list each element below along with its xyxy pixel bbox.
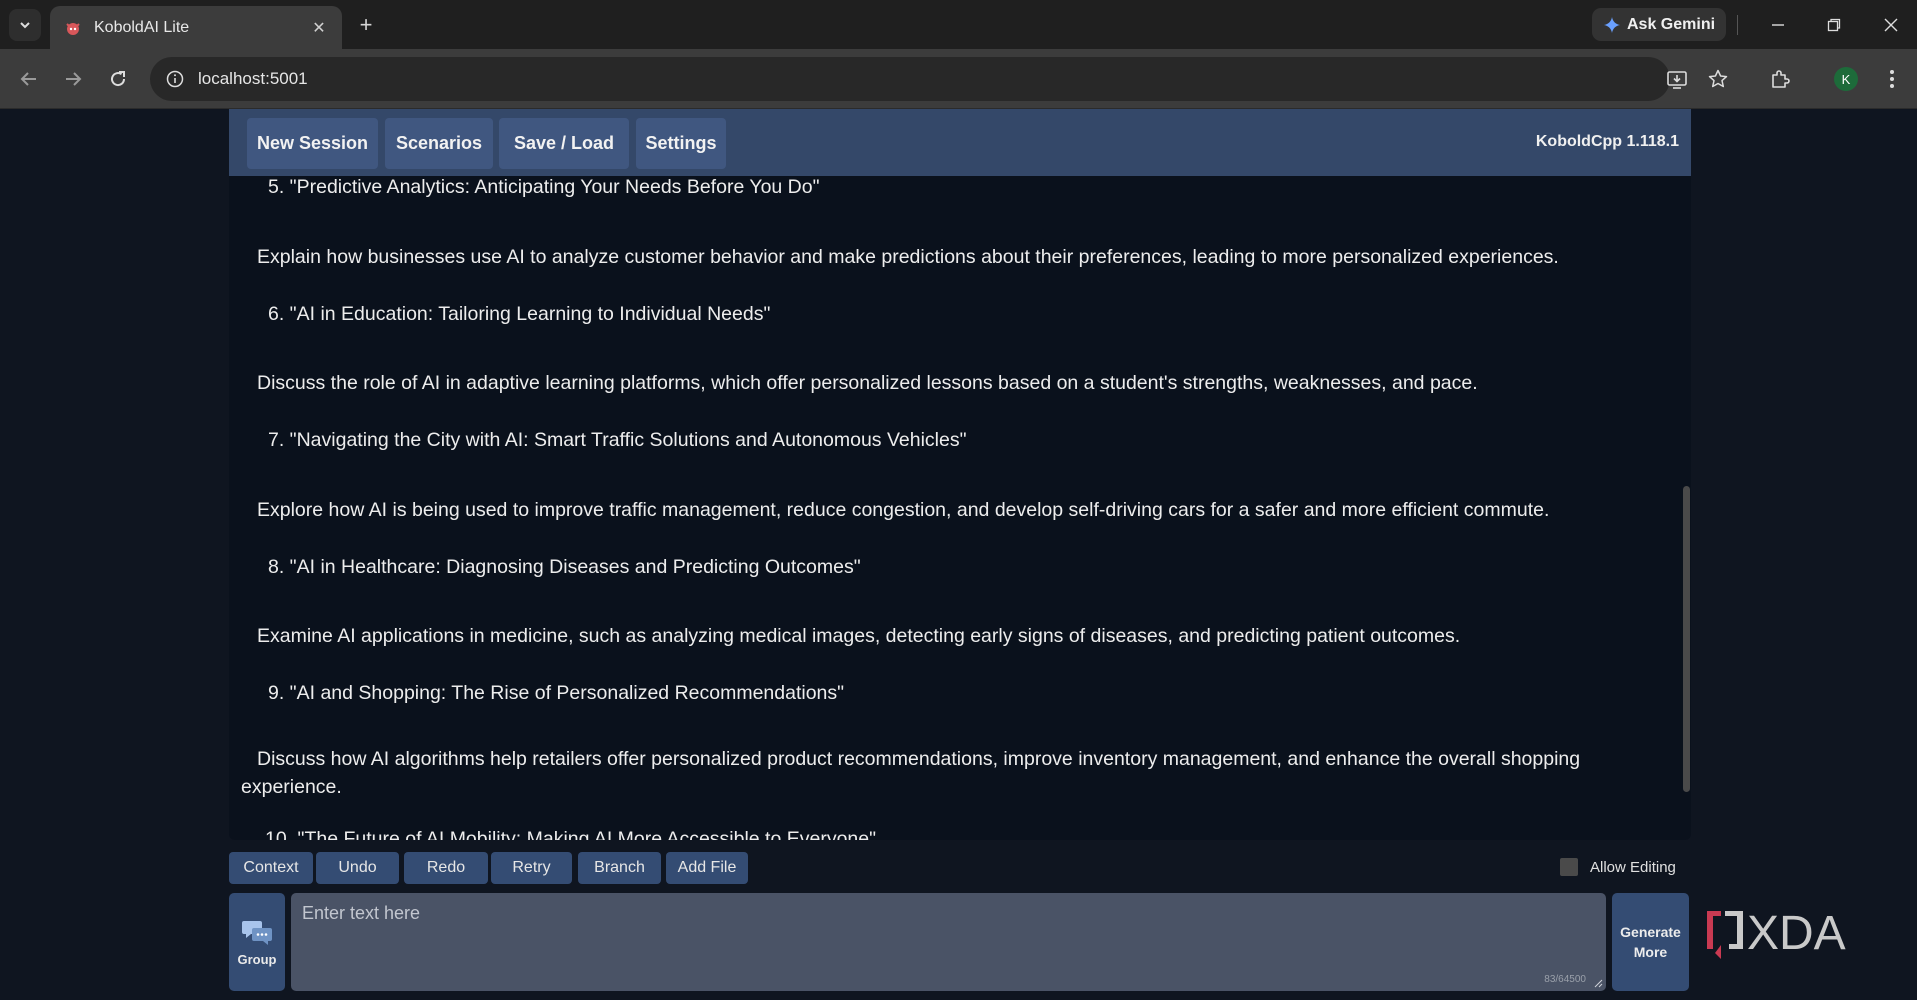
browser-tab-active[interactable]: KoboldAI Lite ✕ xyxy=(50,6,342,49)
story-heading-10: 10. "The Future of AI Mobility: Making A… xyxy=(265,828,877,840)
group-chat-button[interactable]: Group xyxy=(229,893,285,991)
story-paragraph-7: Explore how AI is being used to improve … xyxy=(257,499,1550,521)
ask-gemini-button[interactable]: Ask Gemini xyxy=(1592,8,1726,41)
generate-label-line2: More xyxy=(1633,944,1668,960)
branch-button[interactable]: Branch xyxy=(578,852,661,884)
add-file-button[interactable]: Add File xyxy=(666,852,748,884)
bookmark-star-icon[interactable] xyxy=(1703,64,1733,94)
story-heading-5: 5. "Predictive Analytics: Anticipating Y… xyxy=(268,176,820,198)
allow-editing-toggle[interactable]: Allow Editing xyxy=(1560,858,1676,876)
story-paragraph-8: Examine AI applications in medicine, suc… xyxy=(257,625,1461,647)
tab-title: KoboldAI Lite xyxy=(94,18,190,36)
resize-grip-icon[interactable] xyxy=(1594,979,1603,988)
save-load-button[interactable]: Save / Load xyxy=(499,118,629,169)
undo-button[interactable]: Undo xyxy=(316,852,399,884)
extensions-puzzle-icon[interactable] xyxy=(1765,64,1795,94)
settings-button[interactable]: Settings xyxy=(636,118,726,169)
char-counter: 83/64500 xyxy=(1544,974,1586,985)
story-heading-8: 8. "AI in Healthcare: Diagnosing Disease… xyxy=(268,556,861,578)
story-paragraph-9: Discuss how AI algorithms help retailers… xyxy=(241,748,1581,798)
address-bar[interactable]: localhost:5001 xyxy=(150,57,1670,101)
version-label: KoboldCpp 1.118.1 xyxy=(1535,133,1679,150)
ask-gemini-label: Ask Gemini xyxy=(1627,15,1716,33)
context-button[interactable]: Context xyxy=(229,852,313,884)
scenarios-button[interactable]: Scenarios xyxy=(385,118,493,169)
back-arrow-icon[interactable] xyxy=(14,64,44,94)
url-text: localhost:5001 xyxy=(198,69,308,88)
browser-toolbar: localhost:5001 xyxy=(0,49,1917,109)
separator xyxy=(1737,15,1738,35)
story-heading-7: 7. "Navigating the City with AI: Smart T… xyxy=(268,429,967,451)
profile-avatar[interactable]: K xyxy=(1834,67,1858,91)
story-output[interactable]: 5. "Predictive Analytics: Anticipating Y… xyxy=(229,176,1691,840)
xda-watermark-logo: XDA xyxy=(1707,907,1846,960)
allow-editing-label: Allow Editing xyxy=(1590,858,1676,876)
site-info-icon[interactable] xyxy=(164,68,186,90)
minimize-icon[interactable] xyxy=(1758,10,1798,40)
tab-search-button[interactable] xyxy=(9,9,41,41)
chevron-down-icon xyxy=(20,22,30,29)
chat-bubbles-icon xyxy=(242,920,272,945)
app-top-menu: New Session Scenarios Save / Load Settin… xyxy=(229,109,1691,176)
close-tab-icon[interactable]: ✕ xyxy=(306,15,332,41)
forward-arrow-icon[interactable] xyxy=(58,64,88,94)
allow-editing-checkbox[interactable] xyxy=(1560,858,1578,876)
story-paragraph-6: Discuss the role of AI in adaptive learn… xyxy=(257,372,1478,394)
generate-more-button[interactable]: Generate More xyxy=(1612,893,1689,991)
watermark-text: XDA xyxy=(1747,907,1846,960)
close-window-icon[interactable] xyxy=(1871,10,1911,40)
new-session-button[interactable]: New Session xyxy=(247,118,378,169)
generate-label-line1: Generate xyxy=(1620,924,1681,940)
retry-button[interactable]: Retry xyxy=(491,852,572,884)
browser-tab-strip: KoboldAI Lite ✕ + Ask Gemini xyxy=(0,0,1917,49)
gemini-sparkle-icon xyxy=(1604,16,1620,33)
restore-icon[interactable] xyxy=(1814,10,1854,40)
prompt-input[interactable] xyxy=(291,893,1606,991)
new-tab-plus-icon[interactable]: + xyxy=(352,11,380,39)
group-label: Group xyxy=(237,951,277,967)
kobold-favicon-icon xyxy=(66,22,80,35)
redo-button[interactable]: Redo xyxy=(404,852,488,884)
story-heading-9: 9. "AI and Shopping: The Rise of Persona… xyxy=(268,682,845,704)
story-scrollbar[interactable] xyxy=(1683,486,1690,792)
reload-icon[interactable] xyxy=(103,64,133,94)
story-heading-6: 6. "AI in Education: Tailoring Learning … xyxy=(268,303,771,325)
prompt-input-container: 83/64500 xyxy=(291,893,1606,991)
install-app-icon[interactable] xyxy=(1662,64,1692,94)
more-menu-icon[interactable] xyxy=(1877,64,1907,94)
story-paragraph-5: Explain how businesses use AI to analyze… xyxy=(257,246,1559,268)
